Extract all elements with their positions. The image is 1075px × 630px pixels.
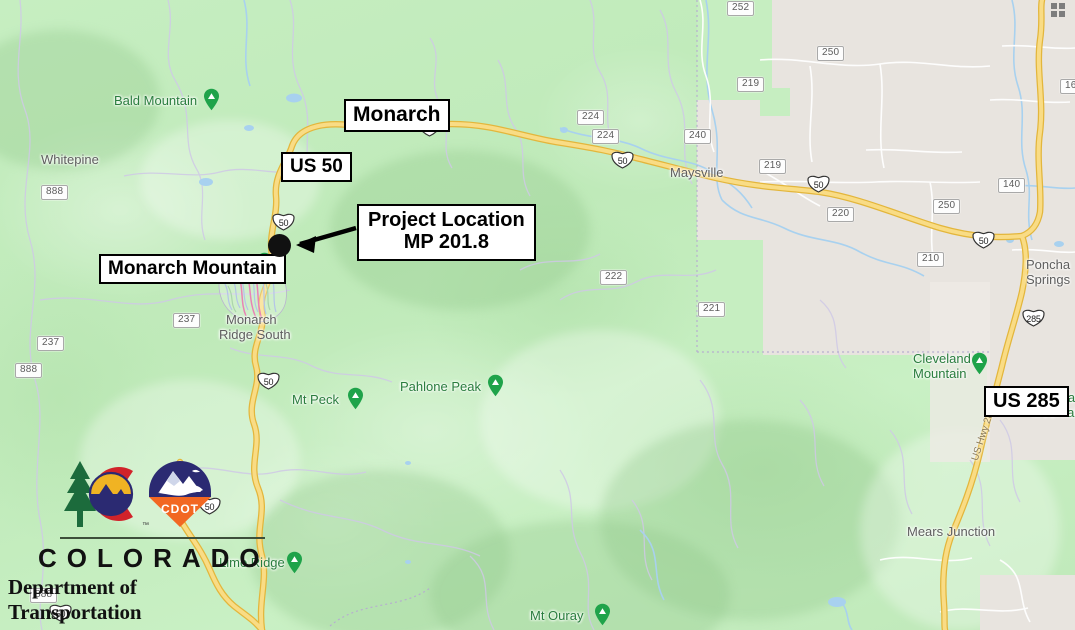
- route-shield-240: 240: [684, 129, 712, 144]
- place-label: Maysville: [670, 165, 724, 180]
- us-route-shield-50: 50: [271, 213, 296, 231]
- logo-state-name: COLORADO: [38, 543, 270, 573]
- route-shield-221: 221: [698, 302, 726, 317]
- route-shield-237: 237: [173, 313, 201, 328]
- project-pointer-arrow: [296, 225, 357, 253]
- route-shield-888: 888: [41, 185, 69, 200]
- place-label: Monarch: [226, 312, 277, 327]
- route-shield-250: 250: [933, 199, 961, 214]
- us-route-shield-50: 50: [256, 372, 281, 390]
- callout-monarch: Monarch: [344, 99, 450, 132]
- route-shield-222: 222: [600, 270, 628, 285]
- route-shield-140: 140: [998, 178, 1026, 193]
- project-location-map: 888 888 888 237 237 224 224 252 250 219 219 240 220 2…: [0, 0, 1075, 630]
- colorado-state-logo-icon: ™: [64, 461, 149, 529]
- mountain-peak-pin-icon[interactable]: [347, 387, 364, 410]
- place-label: Whitepine: [41, 152, 99, 167]
- place-label: Ridge South: [219, 327, 291, 342]
- cdot-logo: ™ CDOT COLORADO Department of Transporta…: [8, 455, 268, 624]
- route-shield-237: 237: [37, 336, 65, 351]
- cdot-logo-icon: CDOT: [149, 461, 211, 527]
- us-route-shield-50: 50: [971, 231, 996, 249]
- peak-label: Mt Peck: [292, 392, 339, 407]
- place-label: Mears Junction: [907, 524, 996, 539]
- route-shield-224: 224: [577, 110, 605, 125]
- callout-monarch-mountain: Monarch Mountain: [99, 254, 286, 285]
- route-shield-252: 252: [727, 1, 755, 16]
- place-label: Poncha: [1026, 257, 1071, 272]
- us-route-shield-285: 285: [1021, 309, 1046, 327]
- us-route-shield-50: 50: [806, 175, 831, 193]
- boundary-lines: [329, 0, 990, 627]
- logo-divider: [60, 537, 265, 539]
- route-shield-219: 219: [759, 159, 787, 174]
- route-shield-888: 888: [15, 363, 43, 378]
- peak-label: Cleveland: [913, 351, 971, 366]
- us-route-shield-number: 50: [978, 236, 989, 246]
- us-route-shield-number: 285: [1026, 314, 1041, 324]
- route-shield-160: 160: [1060, 79, 1075, 94]
- us-route-shield-50: 50: [610, 151, 635, 169]
- mountain-peak-pin-icon[interactable]: [594, 603, 611, 626]
- route-shield-219: 219: [737, 77, 765, 92]
- route-shield-250: 250: [817, 46, 845, 61]
- us-route-shield-number: 50: [263, 377, 274, 387]
- logo-department-name: Department of Transportation: [8, 575, 142, 624]
- mountain-peak-pin-icon[interactable]: [487, 374, 504, 397]
- callout-project-location: Project Location MP 201.8: [357, 204, 536, 261]
- map-grid-icon: [1051, 3, 1073, 25]
- mountain-peak-pin-icon[interactable]: [203, 88, 220, 111]
- us-route-shield-number: 50: [617, 156, 628, 166]
- route-shield-210: 210: [917, 252, 945, 267]
- peak-label: Pahlone Peak: [400, 379, 481, 394]
- us-route-shield-number: 50: [813, 180, 824, 190]
- peak-label: Bald Mountain: [114, 93, 198, 108]
- callout-us-285: US 285: [984, 386, 1069, 418]
- project-location-marker: [268, 234, 291, 257]
- mountain-peak-pin-icon[interactable]: [971, 352, 988, 375]
- route-shield-220: 220: [827, 207, 855, 222]
- us-route-shield-number: 50: [278, 218, 289, 228]
- route-shield-224: 224: [592, 129, 620, 144]
- mountain-peak-pin-icon[interactable]: [286, 551, 303, 574]
- place-label: Springs: [1026, 272, 1071, 287]
- peak-label: Mountain: [913, 366, 967, 381]
- callout-us-50: US 50: [281, 152, 352, 183]
- cdot-abbr-text: CDOT: [161, 502, 199, 516]
- peak-label: Mt Ouray: [530, 608, 584, 623]
